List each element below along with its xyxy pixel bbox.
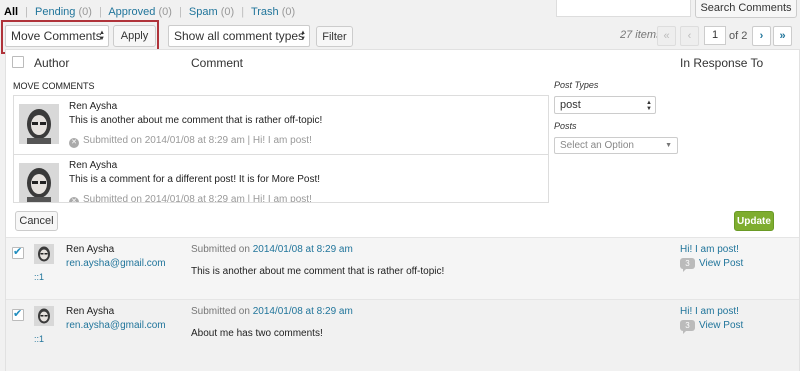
comment-text: This is another about me comment that is…: [69, 115, 323, 126]
row-author: Ren Aysha: [66, 244, 115, 255]
status-separator: |: [99, 6, 102, 18]
move-comments-title: MOVE COMMENTS: [13, 81, 95, 91]
comment-meta: ✕ Submitted on 2014/01/08 at 8:29 am | Hi…: [69, 135, 312, 148]
prev-page-button[interactable]: ‹: [680, 26, 699, 46]
submitted-prefix: Submitted on: [191, 306, 250, 317]
avatar: [19, 163, 59, 202]
status-link-all[interactable]: All: [4, 6, 18, 18]
post-type-select[interactable]: post ▲ ▼: [554, 96, 656, 114]
view-post-label: View Post: [699, 320, 744, 331]
comment-author: Ren Aysha: [69, 101, 118, 112]
table-row: Ren Aysha ren.aysha@gmail.com ::1 Submit…: [6, 237, 799, 299]
total-pages-label: of 2: [729, 30, 748, 42]
status-count-pending: (0): [78, 6, 92, 18]
comment-text: This is a comment for a different post! …: [69, 174, 321, 185]
items-count: 27 items: [620, 29, 662, 41]
response-post-link[interactable]: Hi! I am post!: [680, 306, 739, 317]
status-link-trash[interactable]: Trash: [251, 6, 279, 18]
comment-meta: ✕ Submitted on 2014/01/08 at 8:29 am | Hi…: [69, 194, 312, 203]
row-submitted: Submitted on 2014/01/08 at 8:29 am: [191, 306, 353, 317]
status-count-spam: (0): [220, 6, 235, 18]
view-post-link[interactable]: 3 View Post: [680, 258, 744, 272]
posts-placeholder: Select an Option: [560, 140, 634, 151]
list-item: Ren Aysha This is another about me comme…: [14, 96, 548, 154]
status-count-trash: (0): [281, 6, 296, 18]
submitted-date-link[interactable]: 2014/01/08 at 8:29 am: [253, 306, 353, 317]
comment-meta-text: Submitted on 2014/01/08 at 8:29 am | Hi!…: [83, 135, 312, 146]
row-comment-text: This is another about me comment that is…: [191, 266, 445, 277]
avatar: [19, 104, 59, 144]
row-email-link[interactable]: ren.aysha@gmail.com: [66, 258, 166, 269]
table-row: Ren Aysha ren.aysha@gmail.com ::1 Submit…: [6, 299, 799, 371]
post-types-label: Post Types: [554, 80, 599, 90]
comments-table: Author Comment In Response To MOVE COMME…: [5, 49, 800, 371]
status-count-approved: (0): [158, 6, 172, 18]
comment-type-value: Show all comment types: [174, 29, 305, 43]
last-page-button[interactable]: »: [773, 26, 792, 46]
comment-type-select[interactable]: Show all comment types ▲ ▼: [168, 25, 310, 47]
row-email-link[interactable]: ren.aysha@gmail.com: [66, 320, 166, 331]
view-post-link[interactable]: 3 View Post: [680, 320, 744, 334]
bulk-action-select[interactable]: Move Comments ▲ ▼: [5, 25, 109, 47]
select-arrows-icon: ▲ ▼: [300, 30, 306, 42]
remove-icon[interactable]: ✕: [69, 197, 79, 202]
posts-label: Posts: [554, 121, 577, 131]
row-submitted: Submitted on 2014/01/08 at 8:29 am: [191, 244, 353, 255]
submitted-date-link[interactable]: 2014/01/08 at 8:29 am: [253, 244, 353, 255]
comment-status-links: All | Pending (0) | Approved (0) | Spam …: [4, 6, 295, 18]
move-comments-list[interactable]: Ren Aysha This is another about me comme…: [13, 95, 549, 203]
comment-author: Ren Aysha: [69, 160, 118, 171]
row-comment-text: About me has two comments!: [191, 328, 323, 339]
comment-count-bubble-icon: 3: [680, 320, 695, 334]
chevron-down-icon: ▼: [665, 142, 672, 149]
row-checkbox[interactable]: [12, 307, 24, 321]
update-button[interactable]: Update: [734, 211, 774, 231]
status-link-pending[interactable]: Pending: [35, 6, 75, 18]
submitted-prefix: Submitted on: [191, 244, 250, 255]
column-header-comment: Comment: [191, 56, 244, 70]
search-comments-button[interactable]: Search Comments: [695, 0, 797, 18]
first-page-button[interactable]: «: [657, 26, 676, 46]
column-header-response[interactable]: In Response To: [680, 56, 763, 70]
status-separator: |: [241, 6, 245, 18]
status-link-spam[interactable]: Spam: [189, 6, 218, 18]
select-arrows-icon: ▲ ▼: [646, 100, 652, 112]
current-page-input[interactable]: 1: [704, 26, 726, 45]
list-item: Ren Aysha This is a comment for a differ…: [14, 154, 548, 203]
avatar: [34, 306, 54, 326]
comment-meta-text: Submitted on 2014/01/08 at 8:29 am | Hi!…: [83, 194, 312, 203]
next-page-button[interactable]: ›: [752, 26, 771, 46]
filter-button[interactable]: Filter: [316, 26, 353, 47]
row-ip-link[interactable]: ::1: [34, 272, 44, 282]
row-ip-link[interactable]: ::1: [34, 334, 44, 344]
status-separator: |: [25, 6, 28, 18]
status-separator: |: [178, 6, 182, 18]
apply-button[interactable]: Apply: [113, 25, 156, 47]
select-all-checkbox[interactable]: [12, 56, 24, 68]
posts-select[interactable]: Select an Option ▼: [554, 137, 678, 154]
post-type-value: post: [560, 99, 581, 111]
view-post-label: View Post: [699, 258, 744, 269]
column-header-author[interactable]: Author: [34, 56, 69, 70]
bulk-action-value: Move Comments: [11, 29, 102, 43]
cancel-button[interactable]: Cancel: [15, 211, 58, 231]
avatar: [34, 244, 54, 264]
row-author: Ren Aysha: [66, 306, 115, 317]
search-comments-input[interactable]: [556, 0, 691, 17]
comment-count-bubble-icon: 3: [680, 258, 695, 272]
response-post-link[interactable]: Hi! I am post!: [680, 244, 739, 255]
row-checkbox[interactable]: [12, 245, 24, 259]
status-link-approved[interactable]: Approved: [108, 6, 155, 18]
remove-icon[interactable]: ✕: [69, 138, 79, 148]
select-arrows-icon: ▲ ▼: [99, 30, 105, 42]
